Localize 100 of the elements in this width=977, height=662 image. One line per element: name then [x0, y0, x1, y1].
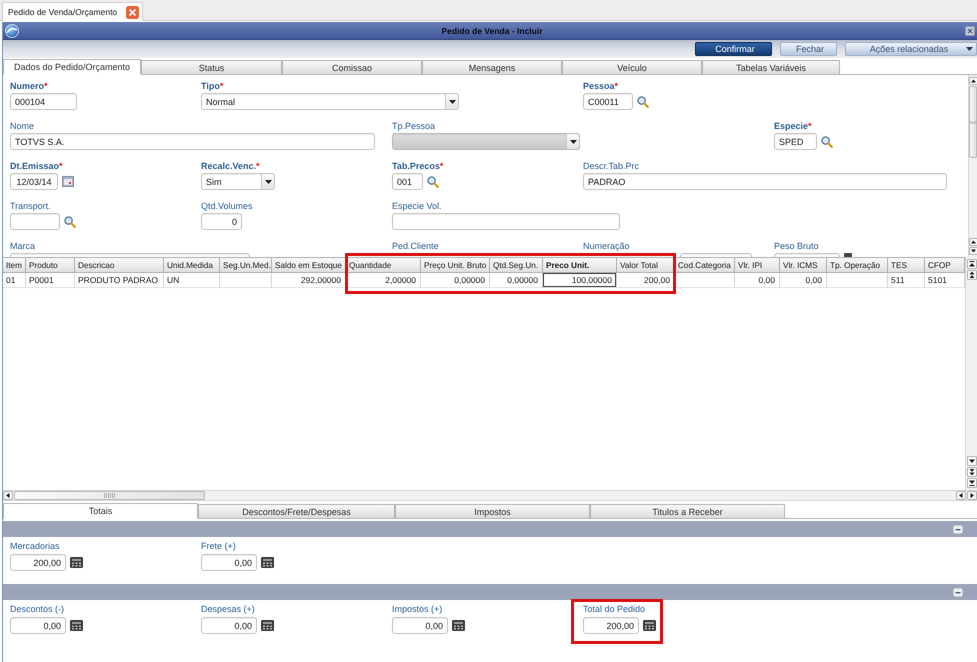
- column-header[interactable]: Vlr. ICMS: [780, 257, 827, 273]
- collapse-icon[interactable]: [953, 588, 963, 596]
- input-field[interactable]: [774, 253, 840, 257]
- close-icon[interactable]: [965, 26, 975, 36]
- tab[interactable]: Mensagens: [422, 60, 562, 74]
- column-header[interactable]: Seg.Un.Med.: [220, 257, 272, 273]
- double-arrow-down-icon[interactable]: [966, 467, 976, 477]
- field-label: Total do Pedido: [583, 604, 646, 615]
- input-field[interactable]: [392, 213, 620, 230]
- input-field[interactable]: 200,00: [583, 617, 639, 634]
- collapse-icon[interactable]: [953, 524, 963, 534]
- search-icon[interactable]: [427, 176, 439, 188]
- scrollbar-thumb[interactable]: [14, 491, 205, 500]
- input-field[interactable]: C00011: [583, 93, 633, 110]
- column-header[interactable]: Cod.Categoria: [675, 257, 735, 273]
- tab[interactable]: Dados do Pedido/Orçamento: [3, 59, 141, 75]
- tab[interactable]: Titulos a Receber: [590, 504, 785, 518]
- input-field[interactable]: 0,00: [10, 617, 66, 634]
- calculator-icon[interactable]: [261, 620, 274, 631]
- field-label: Numeração: [583, 241, 630, 252]
- primary-button[interactable]: Confirmar: [695, 42, 772, 56]
- table-cell: 0,00000: [490, 273, 543, 288]
- input-field[interactable]: 0,00: [392, 617, 448, 634]
- input-field[interactable]: 000104: [10, 93, 77, 110]
- calculator-icon[interactable]: [70, 557, 83, 568]
- column-header[interactable]: Preço Unit. Bruto: [421, 257, 490, 273]
- close-icon[interactable]: [126, 6, 139, 18]
- arrow-up-icon[interactable]: [968, 77, 977, 85]
- column-header[interactable]: Quantidade: [346, 257, 421, 273]
- input-field[interactable]: TOTVS S.A.: [10, 133, 375, 150]
- column-header[interactable]: Qtd.Seg.Un.: [490, 257, 543, 273]
- arrow-left-icon[interactable]: [956, 491, 966, 500]
- column-header[interactable]: Item: [3, 257, 26, 273]
- column-header[interactable]: Tp. Operação: [827, 257, 888, 273]
- logo-icon: [5, 24, 19, 38]
- tab[interactable]: Veículo: [562, 60, 702, 74]
- column-header[interactable]: Produto: [26, 257, 75, 273]
- double-arrow-up-icon[interactable]: [966, 270, 976, 280]
- column-header[interactable]: Saldo em Estoque: [272, 257, 346, 273]
- column-header[interactable]: TES: [888, 257, 925, 273]
- column-header[interactable]: Preco Unit.: [543, 257, 617, 273]
- calculator-icon[interactable]: [70, 620, 83, 631]
- arrow-left-icon[interactable]: [3, 491, 13, 500]
- input-field[interactable]: 001: [392, 173, 423, 190]
- menu-button[interactable]: Ações relacionadas: [845, 42, 977, 56]
- field-label: Mercadorias: [10, 541, 60, 552]
- window-title: Pedido de Venda - Incluir: [440, 26, 544, 36]
- input-field[interactable]: 0,00: [201, 617, 257, 634]
- input-field[interactable]: 0: [201, 213, 242, 230]
- input-field[interactable]: [10, 213, 60, 230]
- field-label: Descr.Tab.Prc: [583, 161, 640, 172]
- select-field[interactable]: Sim: [201, 173, 275, 190]
- calculator-icon[interactable]: [452, 620, 465, 631]
- column-header[interactable]: Vlr. IPI: [735, 257, 780, 273]
- caret-icon: [966, 47, 973, 51]
- input-field[interactable]: SPED: [774, 133, 817, 150]
- tab[interactable]: Status: [141, 60, 282, 74]
- arrow-down-icon[interactable]: [968, 247, 977, 255]
- input-field[interactable]: [10, 253, 250, 257]
- field-label: Dt.Emissao*: [10, 161, 63, 172]
- field-label: Ped.Cliente: [392, 241, 439, 252]
- scrollbar[interactable]: [965, 257, 977, 490]
- search-icon[interactable]: [821, 136, 833, 148]
- tab[interactable]: Descontos/Frete/Despesas: [198, 504, 395, 518]
- input-field[interactable]: 200,00: [10, 554, 66, 571]
- calendar-icon[interactable]: [62, 176, 74, 187]
- date-field[interactable]: 12/03/14: [10, 173, 58, 190]
- field-label: Peso Bruto: [774, 241, 819, 252]
- calculator-icon[interactable]: [643, 620, 656, 631]
- tab[interactable]: Totais: [3, 503, 198, 519]
- calculator-icon[interactable]: [261, 557, 274, 568]
- column-header[interactable]: CFOP: [925, 257, 965, 273]
- arrow-down-bar-icon[interactable]: [966, 478, 976, 488]
- search-icon[interactable]: [637, 96, 649, 108]
- column-header[interactable]: Unid.Medida: [164, 257, 220, 273]
- document-tab[interactable]: Pedido de Venda/Orçamento: [2, 2, 143, 21]
- table-cell: 200,00: [617, 273, 675, 288]
- table-cell: UN: [164, 273, 220, 288]
- input-field[interactable]: 0,00: [201, 554, 257, 571]
- select-field[interactable]: Normal: [201, 93, 459, 110]
- table-cell: 0,00: [735, 273, 780, 288]
- input-field[interactable]: [680, 253, 752, 257]
- arrow-up-icon[interactable]: [968, 238, 977, 246]
- tab[interactable]: Impostos: [395, 504, 590, 518]
- tab[interactable]: Comissao: [282, 60, 422, 74]
- arrow-right-icon[interactable]: [967, 491, 977, 500]
- column-header[interactable]: Descricao: [75, 257, 164, 273]
- field-label: Tab.Precos*: [392, 161, 444, 172]
- tab[interactable]: Tabelas Variáveis: [702, 60, 840, 74]
- arrow-down-icon[interactable]: [966, 456, 976, 466]
- field-label: Despesas (+): [201, 604, 255, 615]
- scrollbar-thumb[interactable]: [969, 86, 977, 158]
- toolbar-button[interactable]: Fechar: [780, 42, 837, 56]
- table-cell: 0,00: [780, 273, 827, 288]
- scrollbar[interactable]: [3, 490, 977, 501]
- search-icon[interactable]: [64, 216, 76, 228]
- arrow-up-bar-icon[interactable]: [966, 259, 976, 269]
- input-field[interactable]: PADRAO: [583, 173, 947, 190]
- scrollbar[interactable]: [968, 75, 977, 257]
- column-header[interactable]: Valor Total: [617, 257, 675, 273]
